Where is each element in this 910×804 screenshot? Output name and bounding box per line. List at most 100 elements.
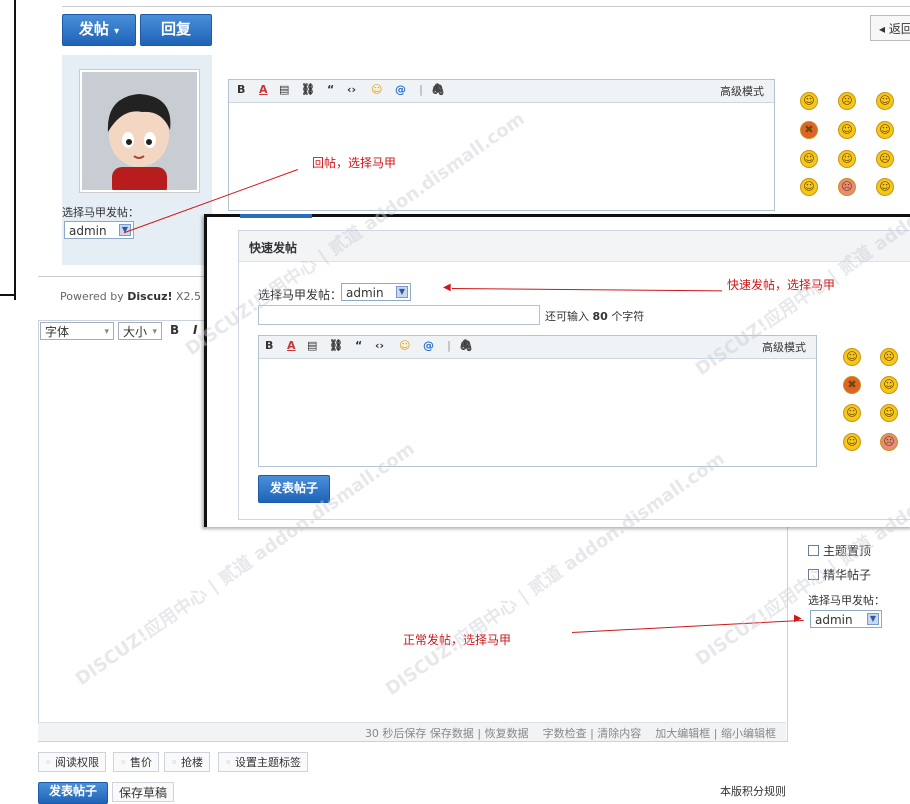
credit-rules-link[interactable]: 本版积分规则 [720,783,786,799]
quick-post-title: 快速发帖 [249,241,298,255]
sockpuppet-select[interactable]: admin ▼ [64,221,134,239]
background-icon[interactable]: ▤ [279,83,289,96]
scared-face-icon[interactable]: ☹ [880,433,898,451]
link-icon[interactable]: ⛓ [301,83,315,96]
shy-face-icon[interactable]: ☺ [843,433,861,451]
background-icon[interactable]: ▤ [307,339,317,352]
separator: | [447,339,452,352]
laugh-face-icon[interactable]: ☺ [843,404,861,422]
tag-label: 抢楼 [181,756,203,769]
powered-brand: Discuz! [127,290,173,303]
bold-icon[interactable]: B [265,339,273,352]
font-color-icon[interactable]: A [259,83,268,96]
font-select-value: 字体 [45,325,70,339]
quote-icon[interactable]: “ [355,339,362,352]
remaining-chars: 还可输入 80 个字符 [545,308,644,324]
sad-face-icon[interactable]: ☹ [838,92,856,110]
save-draft-button[interactable]: 保存草稿 [112,782,175,802]
divider [62,6,910,7]
sockpuppet-value: admin [346,286,384,300]
sticky-checkbox[interactable] [808,545,819,556]
subject-input[interactable] [258,305,540,325]
editor-actions[interactable]: 30 秒后保存 保存数据 | 恢复数据 字数检查 | 清除内容 加大编辑框 | … [365,725,776,741]
smirk-face-icon[interactable]: ☺ [876,178,894,196]
scared-face-icon[interactable]: ☹ [838,178,856,196]
sockpuppet-value: admin [815,613,853,627]
post-button-label: 发帖 [78,20,109,38]
remaining-suffix: 个字符 [611,310,645,323]
bullet-icon: ◦ [171,756,178,769]
at-icon[interactable]: @ [423,339,434,352]
quote-icon[interactable]: “ [327,83,334,96]
editor-status-bar: 30 秒后保存 保存数据 | 恢复数据 字数检查 | 清除内容 加大编辑框 | … [38,722,786,741]
bullet-icon: ◦ [45,756,52,769]
submit-post-button[interactable]: 发表帖子 [38,782,108,804]
wink-icon[interactable]: ☺ [838,121,856,139]
powered-by: Powered by Discuz! X2.5 [60,290,201,303]
tab-indicator [240,214,312,218]
link-icon[interactable]: ⛓ [329,339,343,352]
code-icon[interactable]: ‹› [347,83,356,96]
back-button[interactable]: ◂ 返回 [870,15,910,41]
size-select-value: 大小 [123,325,148,339]
advanced-mode-link[interactable]: 高级模式 [720,83,764,99]
tongue-face-icon[interactable]: ☺ [838,150,856,168]
tag-topic-tags[interactable]: ◦ 设置主题标签 [218,752,308,772]
angry-face-icon[interactable]: ✖ [843,376,861,394]
chevron-down-icon: ▾ [114,26,120,37]
smiley-icon[interactable]: ☺ [843,348,861,366]
smiley-icon[interactable]: ☺ [399,339,410,352]
bold-icon[interactable]: B [170,323,179,337]
smile-icon[interactable]: ☺ [876,92,894,110]
arrow-head-icon: ◀ [443,282,451,293]
wink-icon[interactable]: ☺ [880,376,898,394]
annotation-reply: 回帖，选择马甲 [312,156,397,170]
bullet-icon: ◦ [120,756,127,769]
tag-floor[interactable]: ◦ 抢楼 [164,752,210,772]
reply-button-label: 回复 [160,20,191,38]
attachment-icon[interactable]: 🖇 [431,83,445,96]
advanced-mode-link[interactable]: 高级模式 [762,339,806,355]
sockpuppet-select[interactable]: admin ▼ [810,610,882,628]
bullet-icon: ◦ [225,756,232,769]
editor-toolbar: B A ▤ ⛓ “ ‹› ☺ @ | 🖇 高级模式 [229,80,774,103]
smiley-icon[interactable]: ☺ [800,92,818,110]
cry-face-icon[interactable]: ☹ [876,150,894,168]
post-button[interactable]: 发帖 ▾ [62,14,136,46]
chevron-down-icon: ▼ [396,286,408,298]
frame-line [14,0,16,300]
sockpuppet-label: 选择马甲发帖： [62,206,139,219]
powered-by-text: Powered by [60,290,124,303]
divider [38,276,210,277]
sockpuppet-label: 选择马甲发帖： [808,594,885,607]
tag-label: 设置主题标签 [235,756,301,769]
laugh-face-icon[interactable]: ☺ [800,150,818,168]
shy-face-icon[interactable]: ☺ [800,178,818,196]
angry-face-icon[interactable]: ✖ [800,121,818,139]
at-icon[interactable]: @ [395,83,406,96]
bold-icon[interactable]: B [237,83,245,96]
avatar [80,70,199,192]
tag-label: 售价 [130,756,152,769]
powered-version: X2.5 [176,290,202,303]
sockpuppet-select[interactable]: admin ▼ [341,283,411,301]
sad-face-icon[interactable]: ☹ [880,348,898,366]
tag-price[interactable]: ◦ 售价 [113,752,159,772]
tag-read-permission[interactable]: ◦ 阅读权限 [38,752,106,772]
code-icon[interactable]: ‹› [375,339,384,352]
avatar-illustration [82,72,197,190]
size-select[interactable]: 大小 ▾ [118,322,162,340]
tag-label: 阅读权限 [55,756,99,769]
chevron-down-icon: ▾ [152,327,157,337]
attachment-icon[interactable]: 🖇 [459,339,473,352]
font-color-icon[interactable]: A [287,339,296,352]
smiley-icon[interactable]: ☺ [371,83,382,96]
reply-button[interactable]: 回复 [140,14,212,46]
arrow-head-icon: ▶ [794,613,802,624]
remaining-prefix: 还可输入 [545,310,589,323]
frame-line [0,294,16,296]
tongue-face-icon[interactable]: ☺ [880,404,898,422]
surprise-face-icon[interactable]: ☺ [876,121,894,139]
remaining-count: 80 [592,310,608,323]
font-select[interactable]: 字体 ▾ [40,322,114,340]
